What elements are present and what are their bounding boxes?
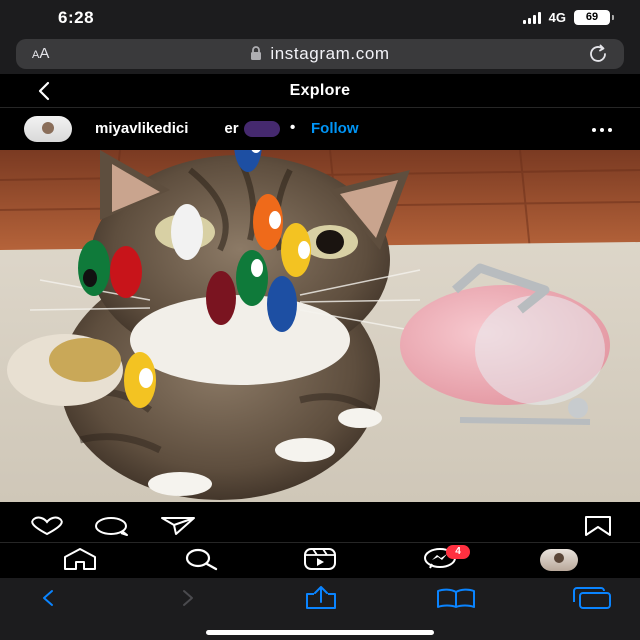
- more-icon[interactable]: [592, 128, 612, 132]
- cat-photo-illustration: [0, 150, 640, 502]
- heart-icon[interactable]: [28, 516, 66, 536]
- avatar[interactable]: [24, 116, 72, 142]
- follow-button[interactable]: Follow: [311, 120, 359, 137]
- home-indicator: [206, 630, 434, 635]
- post-actions: [0, 502, 640, 542]
- separator-dot: •: [290, 119, 296, 136]
- reels-icon[interactable]: [303, 547, 337, 571]
- messages-badge: 4: [446, 545, 470, 559]
- safari-forward-icon[interactable]: [178, 588, 198, 608]
- address-bar[interactable]: AA instagram.com: [16, 39, 624, 69]
- safari-back-icon[interactable]: [38, 588, 58, 608]
- status-bar: 6:28 4G 69: [0, 0, 640, 36]
- url-text: instagram.com: [270, 44, 390, 63]
- safari-toolbar: [0, 578, 640, 640]
- bookmark-icon[interactable]: [584, 516, 612, 536]
- status-indicators: 4G 69: [522, 10, 614, 25]
- reload-icon[interactable]: [588, 44, 610, 64]
- search-icon[interactable]: [183, 547, 219, 571]
- instagram-bottom-nav: 4: [0, 542, 640, 578]
- instagram-header: Explore: [0, 74, 640, 108]
- safari-bookmarks-icon[interactable]: [436, 588, 476, 608]
- browser-address-area: AA instagram.com: [0, 36, 640, 74]
- status-time: 6:28: [58, 8, 95, 27]
- safari-tabs-icon[interactable]: [572, 587, 612, 609]
- network-type: 4G: [548, 10, 566, 25]
- lock-icon: [251, 46, 262, 60]
- username-overlay: [244, 121, 280, 137]
- battery-icon: 69: [574, 10, 614, 25]
- post-image[interactable]: [0, 150, 640, 502]
- share-icon[interactable]: [160, 516, 196, 536]
- home-icon[interactable]: [62, 547, 98, 571]
- url-display[interactable]: instagram.com: [16, 44, 624, 64]
- comment-icon[interactable]: [94, 516, 130, 536]
- post-header: miyavlikedici er • Follow: [0, 108, 640, 150]
- signal-icon: [522, 11, 541, 24]
- post-username[interactable]: miyavlikedici er: [95, 120, 239, 137]
- page-title: Explore: [289, 82, 351, 99]
- profile-avatar[interactable]: [540, 549, 578, 571]
- safari-share-icon[interactable]: [304, 586, 338, 610]
